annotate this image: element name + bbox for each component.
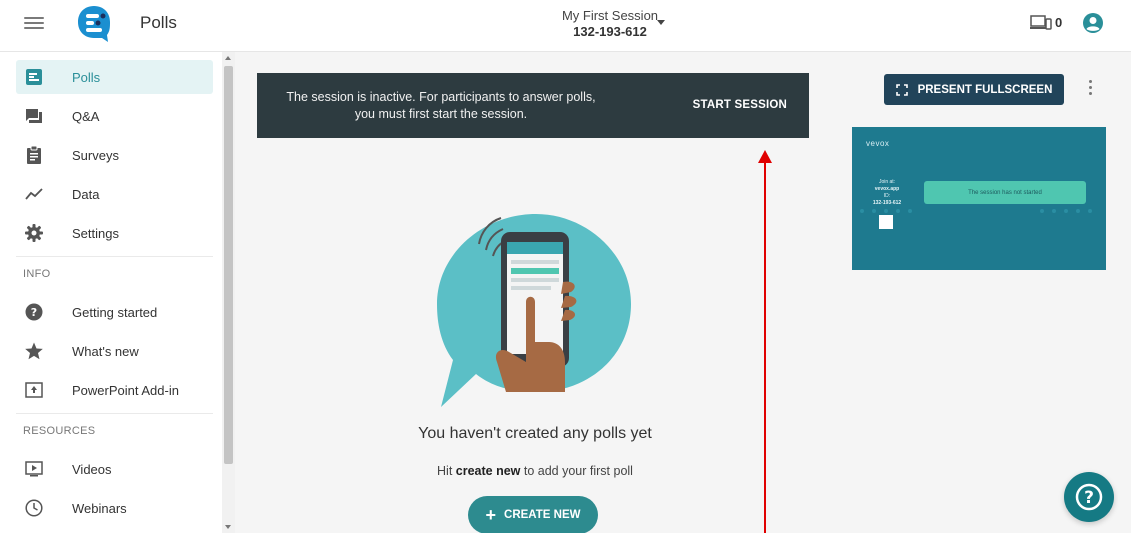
preview-join-url: vevox.app	[874, 186, 900, 192]
sidebar-item-label: Surveys	[72, 147, 119, 163]
sidebar-item-whats-new[interactable]: What's new	[16, 334, 213, 368]
sidebar-item-label: Webinars	[72, 500, 127, 516]
sidebar-scrollbar[interactable]	[222, 52, 235, 533]
phone-illustration	[437, 214, 631, 407]
account-icon[interactable]	[1082, 12, 1104, 34]
preview-logo: vevox	[866, 139, 890, 148]
sidebar-item-videos[interactable]: Videos	[16, 452, 213, 486]
caret-down-icon[interactable]	[657, 20, 665, 25]
connected-devices[interactable]: 0	[1030, 14, 1062, 30]
preview-dots	[860, 209, 1092, 213]
create-new-button[interactable]: + CREATE NEW	[468, 496, 598, 533]
plus-icon: +	[485, 505, 497, 525]
start-session-button[interactable]: START SESSION	[693, 99, 787, 111]
more-options-icon[interactable]	[1087, 80, 1093, 100]
devices-icon	[1030, 15, 1052, 30]
sidebar-item-label: Data	[72, 186, 100, 202]
qr-code-icon	[879, 215, 893, 229]
clock-icon	[24, 498, 44, 518]
preview-message: The session has not started	[924, 181, 1086, 204]
sidebar-item-label: Settings	[72, 225, 119, 241]
app-logo	[78, 6, 110, 42]
top-bar: Polls My First Session 132-193-612 0	[0, 0, 1131, 52]
preview-id-value: 132-193-612	[872, 200, 902, 206]
sidebar-item-label: Videos	[72, 461, 112, 477]
scroll-up-arrow-icon[interactable]	[225, 56, 231, 60]
star-icon	[24, 341, 44, 361]
main-content: The session is inactive. For participant…	[235, 52, 1131, 533]
sidebar: Polls Q&A Surveys Data Settings INFO ? G…	[0, 52, 222, 533]
scroll-thumb[interactable]	[224, 66, 233, 464]
sidebar-item-getting-started[interactable]: ? Getting started	[16, 295, 213, 329]
sidebar-item-surveys[interactable]: Surveys	[16, 138, 213, 172]
qa-icon	[24, 106, 44, 126]
sidebar-item-data[interactable]: Data	[16, 177, 213, 211]
sidebar-item-label: What's new	[72, 343, 139, 359]
preview-join-info: Join at: vevox.app ID: 132-193-612	[864, 179, 910, 207]
hint-bold: create new	[455, 464, 521, 478]
preview-join-label: Join at:	[878, 179, 896, 185]
scroll-down-arrow-icon[interactable]	[225, 525, 231, 529]
device-count: 0	[1055, 14, 1063, 30]
help-button[interactable]: ?	[1064, 472, 1114, 522]
surveys-icon	[24, 145, 44, 165]
video-icon	[24, 459, 44, 479]
empty-state-hint: Hit create new to add your first poll	[335, 464, 735, 478]
present-fullscreen-label: PRESENT FULLSCREEN	[917, 83, 1053, 96]
fullscreen-icon	[895, 83, 908, 96]
preview-id-label: ID:	[883, 193, 891, 199]
sidebar-item-label: Q&A	[72, 108, 100, 124]
upload-icon	[24, 380, 44, 400]
question-icon: ?	[1075, 483, 1103, 511]
sidebar-divider	[16, 413, 213, 414]
hint-suffix: to add your first poll	[520, 464, 633, 478]
sidebar-item-polls[interactable]: Polls	[16, 60, 213, 94]
section-heading-info: INFO	[23, 268, 51, 280]
section-heading-resources: RESOURCES	[23, 425, 96, 437]
sidebar-item-label: Getting started	[72, 304, 158, 320]
banner-message: The session is inactive. For participant…	[286, 90, 596, 121]
sidebar-item-settings[interactable]: Settings	[16, 216, 213, 250]
sidebar-item-label: PowerPoint Add-in	[72, 382, 179, 398]
polls-icon	[24, 67, 44, 87]
sidebar-item-webinars[interactable]: Webinars	[16, 491, 213, 525]
create-new-label: CREATE NEW	[504, 509, 581, 521]
sidebar-item-powerpoint-addin[interactable]: PowerPoint Add-in	[16, 373, 213, 407]
data-icon	[24, 184, 44, 204]
empty-state-title: You haven't created any polls yet	[418, 425, 652, 442]
sidebar-item-label: Polls	[72, 69, 101, 85]
sidebar-item-qa[interactable]: Q&A	[16, 99, 213, 133]
presentation-preview[interactable]: vevox Join at: vevox.app ID: 132-193-612…	[852, 127, 1106, 270]
present-fullscreen-button[interactable]: PRESENT FULLSCREEN	[884, 74, 1064, 105]
hint-prefix: Hit	[437, 464, 456, 478]
session-name: My First Session	[561, 8, 659, 23]
app-title: Polls	[140, 13, 177, 32]
gear-icon	[24, 223, 44, 243]
session-id: 132-193-612	[573, 24, 647, 39]
help-circle-icon: ?	[24, 302, 44, 322]
svg-text:?: ?	[31, 306, 37, 319]
menu-icon[interactable]	[24, 14, 44, 34]
inactive-session-banner: The session is inactive. For participant…	[257, 73, 809, 138]
session-selector[interactable]: My First Session 132-193-612	[520, 8, 700, 40]
svg-text:?: ?	[1084, 488, 1094, 508]
sidebar-divider	[16, 256, 213, 257]
